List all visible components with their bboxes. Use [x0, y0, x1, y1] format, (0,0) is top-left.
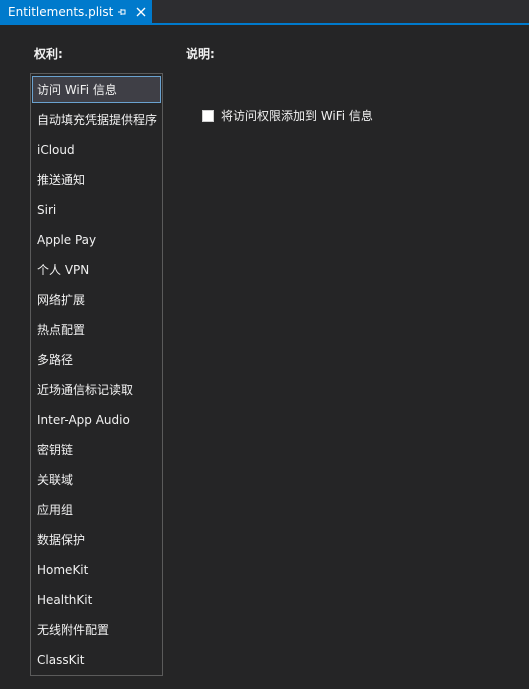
- tab-title: Entitlements.plist: [8, 5, 114, 19]
- entitlement-list-item[interactable]: 应用组: [32, 496, 161, 523]
- access-wifi-checkbox-label: 将访问权限添加到 WiFi 信息: [221, 109, 373, 123]
- entitlement-list-item[interactable]: Apple Pay: [32, 226, 161, 253]
- description-header: 说明:: [186, 47, 215, 61]
- entitlement-list-item[interactable]: 近场通信标记读取: [32, 376, 161, 403]
- entitlement-list-item[interactable]: 密钥链: [32, 436, 161, 463]
- entitlement-list-item[interactable]: iCloud: [32, 136, 161, 163]
- entitlement-list-item[interactable]: 自动填充凭据提供程序: [32, 106, 161, 133]
- entitlements-header: 权利:: [34, 47, 63, 61]
- pin-icon[interactable]: [114, 4, 130, 20]
- entitlement-list-item[interactable]: 数据保护: [32, 526, 161, 553]
- entitlement-list-item[interactable]: HomeKit: [32, 556, 161, 583]
- tab-entitlements-plist[interactable]: Entitlements.plist: [0, 0, 152, 24]
- entitlement-list-item[interactable]: 无线附件配置: [32, 616, 161, 643]
- wifi-access-option[interactable]: 将访问权限添加到 WiFi 信息: [202, 107, 373, 124]
- entitlement-list-item[interactable]: Siri: [32, 196, 161, 223]
- document-tab-strip: Entitlements.plist: [0, 0, 529, 25]
- entitlement-list-item[interactable]: 热点配置: [32, 316, 161, 343]
- entitlement-list-item[interactable]: HealthKit: [32, 586, 161, 613]
- entitlement-list-item[interactable]: Inter-App Audio: [32, 406, 161, 433]
- entitlement-list-item[interactable]: ClassKit: [32, 646, 161, 673]
- entitlement-list-item[interactable]: 推送通知: [32, 166, 161, 193]
- entitlement-list-item[interactable]: 个人 VPN: [32, 256, 161, 283]
- access-wifi-checkbox[interactable]: [202, 109, 214, 122]
- entitlement-list-item[interactable]: 多路径: [32, 346, 161, 373]
- entitlement-list-item[interactable]: 网络扩展: [32, 286, 161, 313]
- entitlement-list-item[interactable]: 关联域: [32, 466, 161, 493]
- entitlements-list[interactable]: 访问 WiFi 信息 自动填充凭据提供程序 iCloud 推送通知 Siri Apple …: [30, 73, 163, 676]
- entitlements-editor: 权利: 说明: 访问 WiFi 信息 自动填充凭据提供程序 iCloud 推送通知 Si…: [0, 25, 529, 689]
- close-icon[interactable]: [133, 4, 149, 20]
- entitlement-list-item[interactable]: 访问 WiFi 信息: [32, 76, 161, 103]
